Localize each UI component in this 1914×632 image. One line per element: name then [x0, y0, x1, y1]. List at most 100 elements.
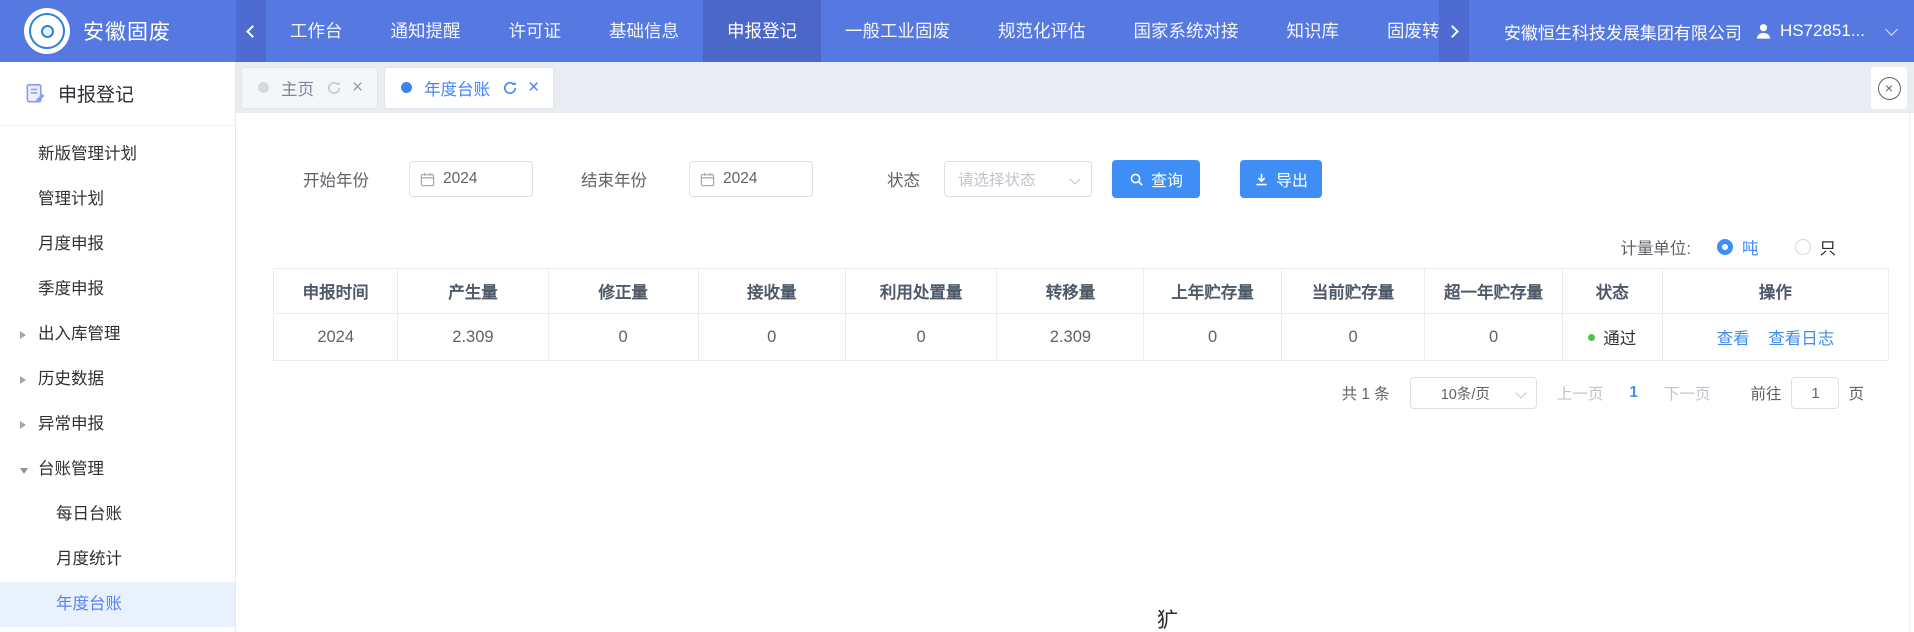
cell-generated: 2.309	[398, 314, 548, 361]
cell-actions: 查看 查看日志	[1662, 314, 1888, 361]
cell-transferred: 2.309	[997, 314, 1144, 361]
search-button-label: 查询	[1151, 167, 1183, 191]
user-menu-chevron-down-icon[interactable]	[1885, 23, 1898, 36]
export-button-label: 导出	[1276, 167, 1308, 191]
close-icon[interactable]: ×	[352, 78, 363, 97]
radio-selected-icon	[1717, 239, 1733, 255]
nav-item-license[interactable]: 许可证	[485, 0, 586, 62]
nav-item-waste-transfer[interactable]: 固废转	[1363, 0, 1439, 62]
unit-row: 计量单位: 吨 只	[236, 235, 1836, 259]
tab-bar: 主页 × 年度台账 × ×	[236, 62, 1914, 113]
start-year-input[interactable]	[443, 170, 513, 188]
app-window: 安徽固废 工作台 通知提醒 许可证 基础信息 申报登记 一般工业固废 规范化评估…	[0, 0, 1914, 632]
sidebar-item-label: 出入库管理	[38, 325, 121, 343]
username[interactable]: HS72851...	[1780, 21, 1865, 41]
tab-label: 主页	[281, 76, 314, 100]
sidebar-item-history-data[interactable]: 历史数据	[0, 357, 235, 402]
view-log-link[interactable]: 查看日志	[1768, 330, 1834, 348]
nav-item-standardization-assessment[interactable]: 规范化评估	[974, 0, 1110, 62]
pagination: 共 1 条 10条/页 上一页 1 下一页 前往 页	[236, 377, 1864, 409]
search-icon	[1129, 172, 1144, 187]
arrow-right-icon	[20, 376, 26, 384]
circle-close-icon: ×	[1878, 77, 1901, 100]
page-size-select[interactable]: 10条/页	[1410, 377, 1537, 409]
stray-glyph: 犷	[1157, 604, 1178, 632]
sidebar-item-quarterly-declaration[interactable]: 季度申报	[0, 267, 235, 312]
search-button[interactable]: 查询	[1112, 160, 1200, 198]
sidebar-header: 申报登记	[0, 62, 235, 126]
col-status: 状态	[1562, 269, 1662, 314]
app-logo-icon	[24, 8, 70, 54]
user-icon	[1754, 22, 1773, 41]
end-year-input[interactable]	[723, 170, 793, 188]
nav-item-knowledge-base[interactable]: 知识库	[1263, 0, 1364, 62]
start-year-label: 开始年份	[303, 167, 369, 191]
app-title: 安徽固废	[83, 16, 171, 46]
prev-page-button[interactable]: 上一页	[1557, 382, 1604, 404]
current-page-button[interactable]: 1	[1629, 384, 1638, 402]
col-last-year-storage: 上年贮存量	[1144, 269, 1281, 314]
nav-item-workbench[interactable]: 工作台	[266, 0, 367, 62]
nav-item-notifications[interactable]: 通知提醒	[367, 0, 485, 62]
cell-received: 0	[698, 314, 845, 361]
sidebar-item-daily-ledger[interactable]: 每日台账	[0, 492, 235, 537]
calendar-icon	[700, 172, 715, 187]
sidebar-item-monthly-declaration[interactable]: 月度申报	[0, 222, 235, 267]
start-year-field[interactable]	[409, 161, 533, 197]
arrow-right-icon	[20, 421, 26, 429]
nav-item-general-industrial-waste[interactable]: 一般工业固废	[821, 0, 974, 62]
nav-scroll-left-button[interactable]	[236, 0, 266, 62]
tab-annual-ledger[interactable]: 年度台账 ×	[384, 67, 554, 109]
arrow-right-icon	[20, 331, 26, 339]
col-over-one-year-storage: 超一年贮存量	[1425, 269, 1562, 314]
nav-item-national-system[interactable]: 国家系统对接	[1110, 0, 1263, 62]
end-year-label: 结束年份	[581, 167, 647, 191]
download-icon	[1254, 172, 1269, 187]
tab-home[interactable]: 主页 ×	[241, 67, 378, 109]
sidebar-item-ledger-management[interactable]: 台账管理	[0, 447, 235, 492]
sidebar-item-annual-ledger[interactable]: 年度台账	[0, 582, 235, 627]
page-suffix-label: 页	[1848, 382, 1864, 404]
radio-label: 吨	[1742, 235, 1759, 259]
pagination-total: 共 1 条	[1342, 382, 1390, 404]
export-button[interactable]: 导出	[1240, 160, 1322, 198]
chevron-right-icon	[1446, 25, 1459, 38]
close-all-tabs-button[interactable]: ×	[1871, 67, 1907, 109]
view-link[interactable]: 查看	[1717, 330, 1750, 348]
calendar-icon	[420, 172, 435, 187]
refresh-icon[interactable]	[502, 80, 518, 96]
main-content: 开始年份 结束年份 状态 请选择状态	[236, 113, 1914, 632]
end-year-field[interactable]	[689, 161, 813, 197]
goto-label: 前往	[1750, 382, 1781, 404]
unit-radio-ton[interactable]: 吨	[1717, 235, 1759, 259]
col-utilized-disposed: 利用处置量	[845, 269, 997, 314]
sidebar-menu: 新版管理计划 管理计划 月度申报 季度申报 出入库管理 历史数据 异常申报 台账…	[0, 126, 235, 627]
nav-item-declaration[interactable]: 申报登记	[703, 0, 821, 62]
goto-page-input[interactable]	[1791, 377, 1839, 409]
sidebar-item-new-management-plan[interactable]: 新版管理计划	[0, 132, 235, 177]
sidebar-item-inout-warehouse[interactable]: 出入库管理	[0, 312, 235, 357]
sidebar-item-management-plan[interactable]: 管理计划	[0, 177, 235, 222]
next-page-button[interactable]: 下一页	[1664, 382, 1711, 404]
topbar-right: 安徽恒生科技发展集团有限公司 HS72851...	[1498, 19, 1914, 44]
status-select[interactable]: 请选择状态	[944, 161, 1092, 197]
unit-radio-piece[interactable]: 只	[1795, 235, 1837, 259]
close-icon[interactable]: ×	[528, 78, 539, 97]
col-declaration-time: 申报时间	[274, 269, 398, 314]
brand-block: 安徽固废	[0, 8, 236, 54]
sidebar-item-monthly-statistics[interactable]: 月度统计	[0, 537, 235, 582]
document-edit-icon	[25, 83, 46, 104]
top-nav-menu: 工作台 通知提醒 许可证 基础信息 申报登记 一般工业固废 规范化评估 国家系统…	[266, 0, 1439, 62]
sidebar-item-abnormal-declaration[interactable]: 异常申报	[0, 402, 235, 447]
radio-unselected-icon	[1795, 239, 1811, 255]
tab-dot-icon	[258, 82, 269, 93]
nav-scroll-right-button[interactable]	[1439, 0, 1469, 62]
nav-item-basic-info[interactable]: 基础信息	[585, 0, 703, 62]
content-right-edge	[1909, 113, 1910, 632]
filter-form: 开始年份 结束年份 状态 请选择状态	[303, 160, 1914, 198]
col-received: 接收量	[698, 269, 845, 314]
status-select-placeholder: 请选择状态	[958, 168, 1036, 190]
refresh-icon[interactable]	[326, 80, 342, 96]
col-actions: 操作	[1662, 269, 1888, 314]
sidebar-item-label: 历史数据	[38, 370, 104, 388]
